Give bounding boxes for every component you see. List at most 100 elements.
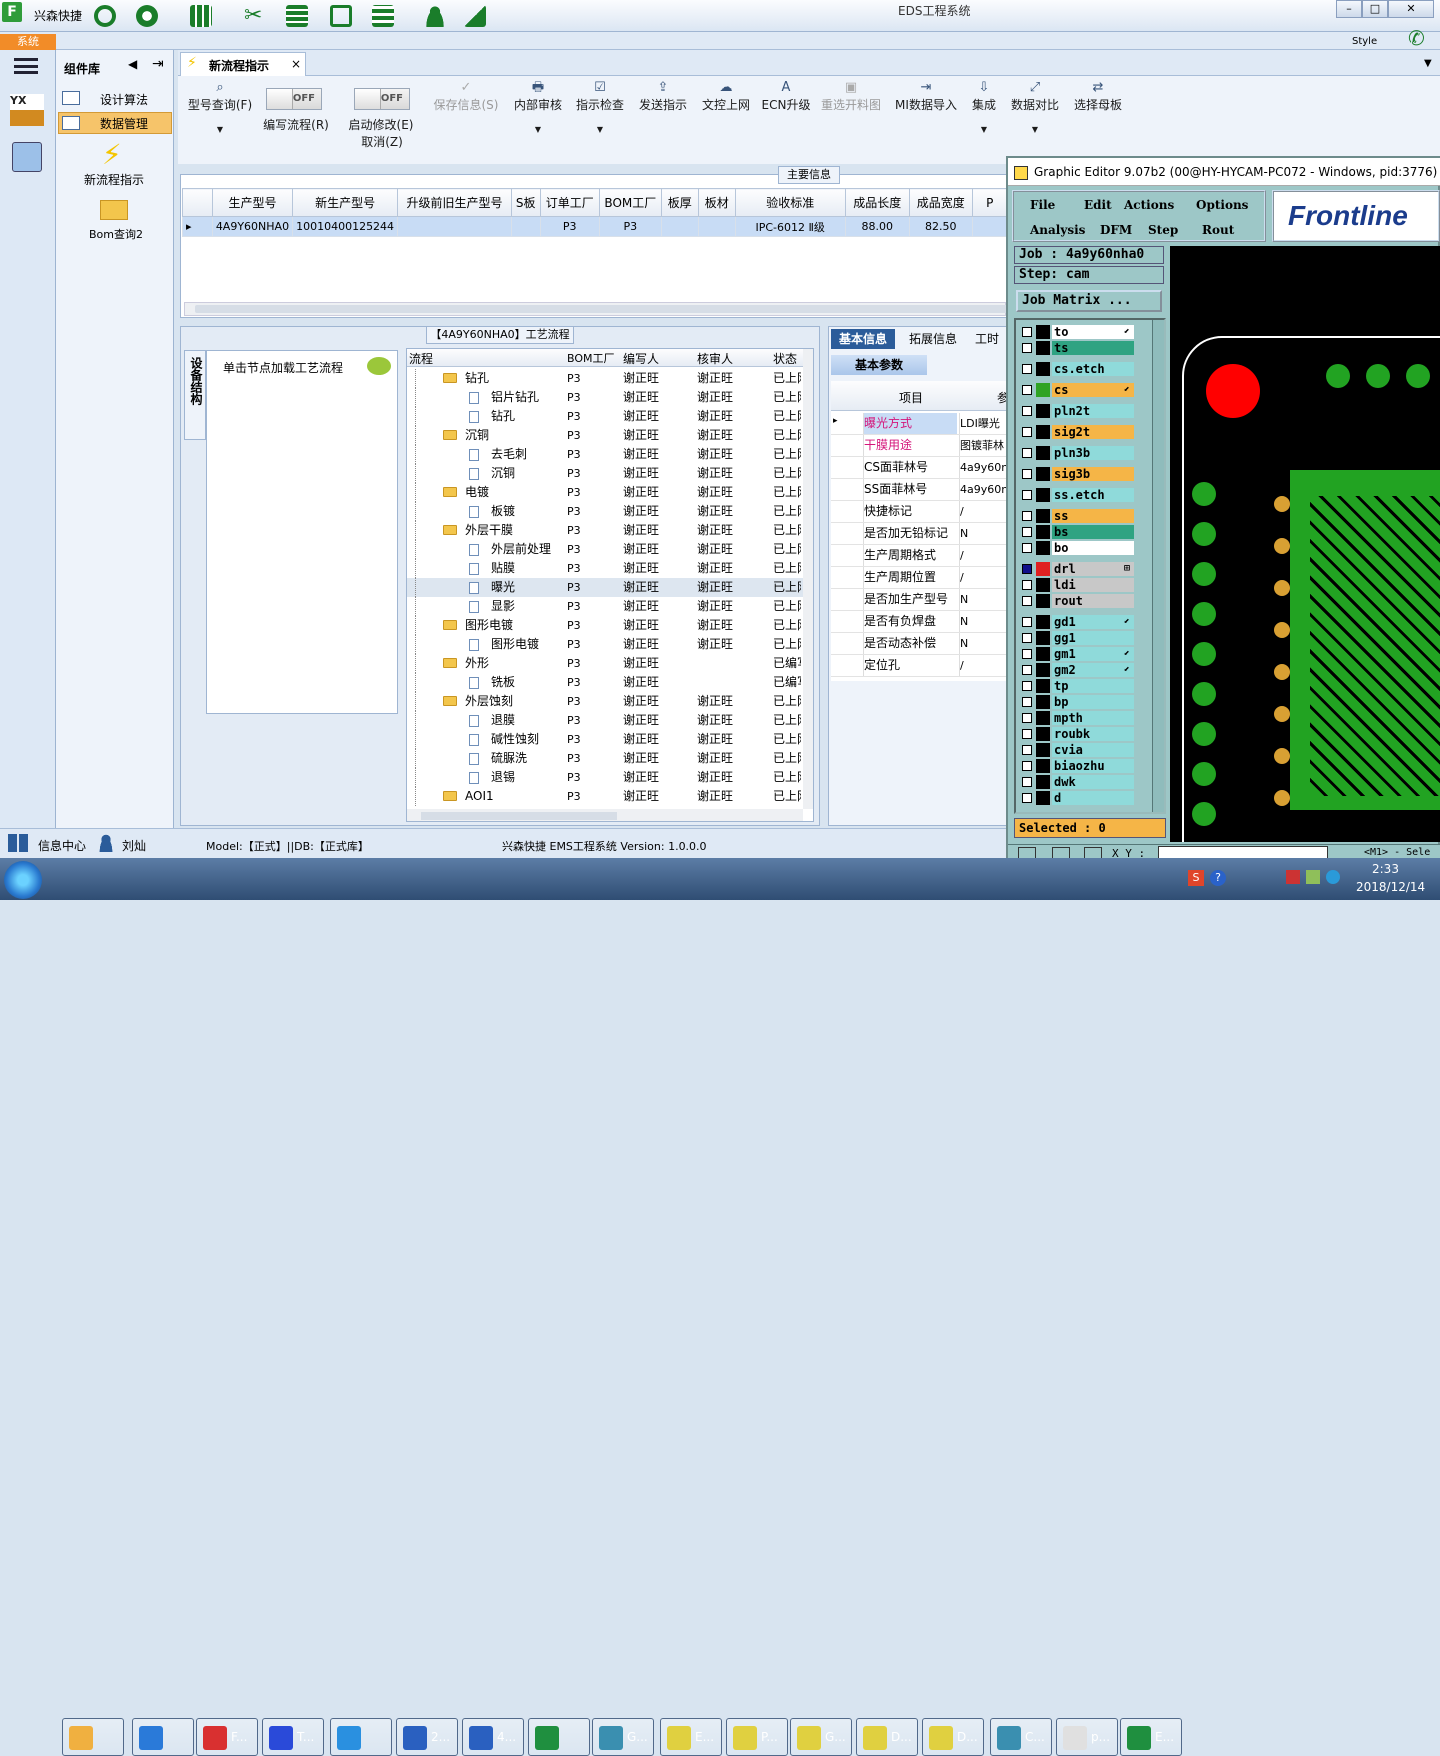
layer-row[interactable]: cvia [1020,743,1134,757]
select-motherboard-button[interactable]: ⇄ 选择母板 [1070,80,1126,152]
menu-dfm[interactable]: DFM [1100,223,1132,237]
column-header[interactable]: 验收标准 [734,188,846,217]
flow-v-scrollbar[interactable] [803,349,813,809]
layer-checkbox[interactable] [1022,665,1032,675]
list-item[interactable]: 曝光 P3 谢正旺 谢正旺 已上网 [407,578,803,597]
ime-icon[interactable]: S [1188,870,1204,886]
list-item[interactable]: AOI1 P3 谢正旺 谢正旺 已上网 [407,787,803,806]
menu-icon[interactable] [14,58,38,74]
dropdown-icon[interactable]: ▼ [1424,58,1432,69]
layer-checkbox[interactable] [1022,511,1032,521]
layer-row[interactable]: sig2t [1020,425,1134,439]
send-instruction-button[interactable]: ⇪ 发送指示 [634,80,692,152]
taskbar-item[interactable] [132,1718,194,1756]
taskbar-item[interactable]: E... [660,1718,722,1756]
taskbar-item[interactable]: F... [196,1718,258,1756]
integrate-button[interactable]: ⇩ 集成 ▼ [966,80,1002,152]
taskbar-item[interactable]: 4... [462,1718,524,1756]
layer-row[interactable]: to ⬋ [1020,325,1134,339]
network-icon[interactable] [1306,870,1320,884]
taskbar-item[interactable]: E... [1120,1718,1182,1756]
list-item[interactable]: 退膜 P3 谢正旺 谢正旺 已上网 [407,711,803,730]
layer-row[interactable]: d [1020,791,1134,805]
ecn-upgrade-button[interactable]: A ECN升级 [760,80,812,152]
taskbar-item[interactable]: P... [726,1718,788,1756]
layer-row[interactable]: roubk [1020,727,1134,741]
clock-date[interactable]: 2018/12/14 [1356,880,1425,894]
shield-icon[interactable] [1326,870,1340,884]
table-row[interactable]: 是否动态补偿 N [831,633,1007,655]
side-tab-equipment[interactable]: 设备结构 [184,350,206,440]
taskbar-item[interactable]: D... [856,1718,918,1756]
taskbar-item[interactable]: G... [592,1718,654,1756]
menu-step[interactable]: Step [1148,223,1178,237]
close-icon[interactable]: × [291,57,301,71]
list-item[interactable]: 铝片钻孔 P3 谢正旺 谢正旺 已上网 [407,388,803,407]
lightning-icon[interactable]: ⚡ [102,138,122,171]
layer-row[interactable]: ldi [1020,578,1134,592]
subtab-basic-params[interactable]: 基本参数 [831,355,927,375]
layer-checkbox[interactable] [1022,681,1032,691]
list-item[interactable]: 钻孔 P3 谢正旺 谢正旺 已上网 [407,407,803,426]
taskbar-item[interactable]: C... [990,1718,1052,1756]
column-header[interactable]: 板厚 [660,188,699,217]
layer-row[interactable]: bo [1020,541,1134,555]
list-item[interactable]: 沉铜 P3 谢正旺 谢正旺 已上网 [407,464,803,483]
list-item[interactable]: 碱性蚀刻 P3 谢正旺 谢正旺 已上网 [407,730,803,749]
table-row[interactable]: 是否加无铅标记 N [831,523,1007,545]
layer-row[interactable]: gg1 [1020,631,1134,645]
folder-icon[interactable] [100,200,128,220]
column-header[interactable]: S板 [510,188,541,217]
layer-checkbox[interactable] [1022,633,1032,643]
windows-icon[interactable] [8,834,28,852]
list-item[interactable]: 图形电镀 P3 谢正旺 谢正旺 已上网 [407,616,803,635]
mi-import-button[interactable]: ⇥ MI数据导入 [890,80,962,152]
job-matrix-button[interactable]: Job Matrix ... [1016,290,1162,312]
layer-row[interactable]: drl ⊞ [1020,562,1134,576]
doc-control-button[interactable]: ☁ 文控上网 [698,80,754,152]
column-header[interactable]: 新生产型号 [292,188,399,217]
data-compare-button[interactable]: ⤢ 数据对比 ▼ [1008,80,1062,152]
list-item[interactable]: 外形 P3 谢正旺 已编写 [407,654,803,673]
layer-checkbox[interactable] [1022,469,1032,479]
layer-row[interactable]: ts [1020,341,1134,355]
reselect-cut-button[interactable]: ▣ 重选开料图 [818,80,884,152]
layer-row[interactable]: gm2 ⬋ [1020,663,1134,677]
grid-icon[interactable] [190,5,212,27]
list-item[interactable]: 板镀 P3 谢正旺 谢正旺 已上网 [407,502,803,521]
list-item[interactable]: 退锡 P3 谢正旺 谢正旺 已上网 [407,768,803,787]
layer-checkbox[interactable] [1022,490,1032,500]
new-flow-label[interactable]: 新流程指示 [84,171,144,188]
layer-checkbox[interactable] [1022,343,1032,353]
menu-actions[interactable]: Actions [1124,198,1174,212]
user-icon[interactable] [424,5,446,27]
flag-icon[interactable] [1286,870,1300,884]
table-row[interactable]: CS面菲林号4a9y60nha0 [831,457,1007,479]
bom-query-label[interactable]: Bom查询2 [89,226,143,242]
pin-icon[interactable]: ⇥ [152,56,164,72]
table-row[interactable]: 是否有负焊盘 N [831,611,1007,633]
taskbar-item[interactable]: D... [922,1718,984,1756]
phone-icon[interactable]: ✆ [1408,26,1425,50]
column-header[interactable]: 板材 [697,188,736,217]
minimize-button[interactable]: – [1336,0,1362,18]
search-icon[interactable] [94,5,116,27]
sidebar-item-design[interactable]: 设计算法 [58,88,172,110]
graphic-canvas[interactable] [1170,246,1440,842]
layer-row[interactable]: gd1 ⬋ [1020,615,1134,629]
layer-row[interactable]: biaozhu [1020,759,1134,773]
close-button[interactable]: ✕ [1388,0,1434,18]
menu-rout[interactable]: Rout [1202,223,1234,237]
layer-checkbox[interactable] [1022,617,1032,627]
copy-icon[interactable] [330,5,352,27]
table-row[interactable]: ▸ 曝光方式 LDI曝光 [831,413,1007,435]
layer-row[interactable]: cs.etch [1020,362,1134,376]
layer-checkbox[interactable] [1022,596,1032,606]
layer-row[interactable]: ss [1020,509,1134,523]
layer-row[interactable]: sig3b [1020,467,1134,481]
chart-icon[interactable] [464,5,486,27]
layer-row[interactable]: dwk [1020,775,1134,789]
layer-checkbox[interactable] [1022,649,1032,659]
table-row[interactable]: 生产周期格式 / [831,545,1007,567]
layer-row[interactable]: mpth [1020,711,1134,725]
